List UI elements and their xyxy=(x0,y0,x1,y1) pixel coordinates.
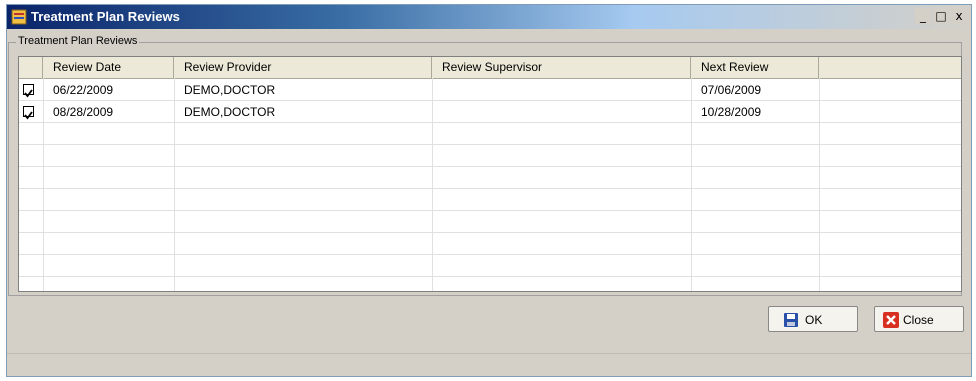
empty-row xyxy=(19,255,961,277)
title-bar[interactable]: Treatment Plan Reviews _ □ x xyxy=(7,5,971,29)
row-checkbox[interactable] xyxy=(23,84,34,98)
review-date-cell: 06/22/2009 xyxy=(53,83,114,97)
header-review-date[interactable]: Review Date xyxy=(43,57,174,78)
review-provider-cell: DEMO,DOCTOR xyxy=(184,83,276,97)
empty-row xyxy=(19,189,961,211)
grid-header: Review Date Review Provider Review Super… xyxy=(19,57,961,79)
close-x-icon xyxy=(883,312,899,328)
minimize-button[interactable]: _ xyxy=(915,8,931,24)
maximize-button[interactable]: □ xyxy=(933,8,949,24)
review-provider-cell: DEMO,DOCTOR xyxy=(184,105,276,119)
header-review-provider[interactable]: Review Provider xyxy=(174,57,432,78)
checkmark-icon xyxy=(24,89,33,98)
ok-button[interactable]: OK xyxy=(768,306,858,332)
window-title: Treatment Plan Reviews xyxy=(31,9,180,24)
close-button-label: Close xyxy=(903,313,934,327)
next-review-cell: 07/06/2009 xyxy=(701,83,762,97)
review-supervisor-cell xyxy=(432,101,442,123)
save-disk-icon xyxy=(784,313,798,327)
treatment-plan-icon xyxy=(11,9,27,25)
reviews-grid[interactable]: Review Date Review Provider Review Super… xyxy=(18,56,962,292)
empty-row xyxy=(19,211,961,233)
table-row[interactable]: 08/28/2009 DEMO,DOCTOR 10/28/2009 xyxy=(19,101,961,123)
row-checkbox[interactable] xyxy=(23,106,34,120)
table-row[interactable]: 06/22/2009 DEMO,DOCTOR 07/06/2009 xyxy=(19,79,961,101)
checkmark-icon xyxy=(24,111,33,120)
close-window-button[interactable]: x xyxy=(951,8,967,24)
header-next-review[interactable]: Next Review xyxy=(691,57,819,78)
next-review-cell: 10/28/2009 xyxy=(701,105,762,119)
header-review-supervisor[interactable]: Review Supervisor xyxy=(432,57,691,78)
header-check-column xyxy=(19,57,43,78)
empty-row xyxy=(19,123,961,145)
empty-row xyxy=(19,233,961,255)
empty-row xyxy=(19,145,961,167)
group-label: Treatment Plan Reviews xyxy=(16,35,140,47)
review-supervisor-cell xyxy=(432,79,442,101)
ok-button-label: OK xyxy=(805,313,823,327)
empty-row xyxy=(19,167,961,189)
review-date-cell: 08/28/2009 xyxy=(53,105,114,119)
close-button[interactable]: Close xyxy=(874,306,964,332)
status-bar xyxy=(7,353,971,376)
